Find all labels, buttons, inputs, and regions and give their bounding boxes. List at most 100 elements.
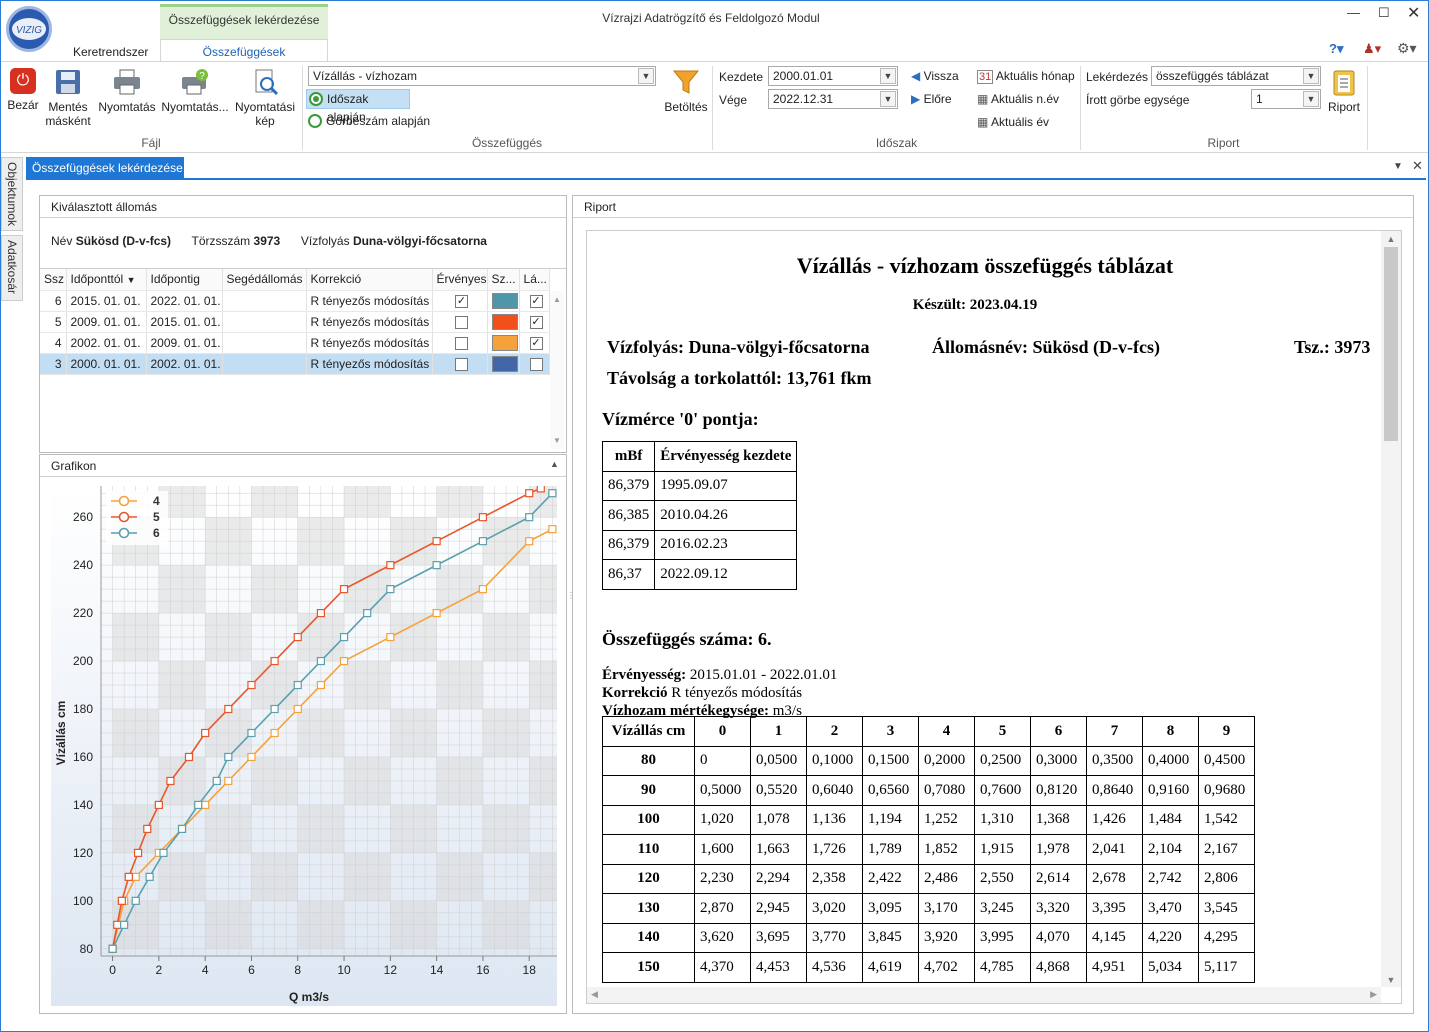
aux-cell[interactable]: [222, 290, 307, 312]
scroll-up-icon[interactable]: ▲: [1381, 234, 1401, 244]
forward-button[interactable]: ▶ Előre: [911, 92, 952, 106]
column-header[interactable]: Korrekció: [306, 269, 433, 291]
from-cell[interactable]: 2002. 01. 01.: [66, 332, 147, 354]
visible-cell[interactable]: ✓: [519, 290, 550, 312]
tab-osszefuggesek[interactable]: Összefüggések: [160, 39, 328, 62]
column-header[interactable]: Időpontig: [146, 269, 223, 291]
column-header[interactable]: Lá...: [519, 269, 550, 291]
rating-cell: 0,3500: [1086, 745, 1143, 776]
report-button[interactable]: Riport: [1325, 68, 1363, 114]
to-cell[interactable]: 2002. 01. 01.: [146, 353, 223, 375]
scroll-left-icon[interactable]: ◀: [591, 989, 598, 1000]
collapse-icon[interactable]: ▲: [550, 459, 559, 469]
column-header[interactable]: Sz...: [487, 269, 520, 291]
from-cell[interactable]: 2000. 01. 01.: [66, 353, 147, 375]
end-date-input[interactable]: 2022.12.31 ▼: [768, 89, 898, 109]
sidebar-tab-objects[interactable]: Objektumok: [1, 157, 23, 231]
tab-menu-icon[interactable]: ▼: [1393, 161, 1403, 172]
print-button[interactable]: Nyomtatás: [96, 68, 158, 114]
relation-type-select[interactable]: Vízállás - vízhozam ▼: [308, 66, 656, 86]
help-icon[interactable]: ?▾: [1329, 41, 1343, 57]
query-select[interactable]: összefüggés táblázat ▼: [1151, 66, 1321, 86]
visible-checkbox[interactable]: ✓: [529, 336, 543, 350]
current-month-button[interactable]: 31 Aktuális hónap: [977, 69, 1075, 84]
load-button[interactable]: Betöltés: [661, 68, 711, 114]
color-cell[interactable]: [487, 332, 520, 354]
ribbon: ⏻ Bezár Mentés másként Nyomtatás ? Nyomt…: [1, 61, 1428, 153]
column-header[interactable]: Ssz: [40, 269, 67, 291]
correction-cell[interactable]: R tényezős módosítás: [306, 353, 433, 375]
curve-unit-select[interactable]: 1 ▼: [1251, 89, 1321, 109]
column-header[interactable]: Érvényes: [432, 269, 488, 291]
visible-cell[interactable]: ✓: [519, 332, 550, 354]
to-cell[interactable]: 2022. 01. 01.: [146, 290, 223, 312]
correction-cell[interactable]: R tényezős módosítás: [306, 311, 433, 333]
visible-cell[interactable]: ✓: [519, 311, 550, 333]
aux-cell[interactable]: [222, 353, 307, 375]
maximize-button[interactable]: ☐: [1378, 5, 1390, 21]
scroll-down-icon[interactable]: ▼: [1381, 975, 1401, 985]
table-row[interactable]: 4 2002. 01. 01. 2009. 01. 01. R tényezős mó…: [40, 332, 550, 354]
to-cell[interactable]: 2015. 01. 01.: [146, 311, 223, 333]
valid-checkbox[interactable]: [455, 315, 469, 329]
save-as-button[interactable]: Mentés másként: [43, 68, 93, 128]
print-preview-button[interactable]: Nyomtatási kép: [233, 68, 297, 128]
table-row[interactable]: 6 2015. 01. 01. 2022. 01. 01. R tényezős mó…: [40, 290, 550, 312]
ssz-cell[interactable]: 4: [40, 332, 67, 354]
column-header[interactable]: Segédállomás: [222, 269, 307, 291]
column-header[interactable]: Időponttól ▼: [66, 269, 147, 291]
close-button[interactable]: ⏻ Bezár: [5, 68, 41, 112]
table-row[interactable]: 3 2000. 01. 01. 2002. 01. 01. R tényezős mó…: [40, 353, 550, 375]
current-quarter-button[interactable]: ▦ Aktuális n.év: [977, 92, 1059, 106]
tab-keretrendszer[interactable]: Keretrendszer: [73, 45, 148, 59]
ssz-cell[interactable]: 5: [40, 311, 67, 333]
table-row[interactable]: 5 2009. 01. 01. 2015. 01. 01. R tényezős mó…: [40, 311, 550, 333]
user-icon[interactable]: ♟▾: [1363, 41, 1381, 57]
print-dialog-button[interactable]: ? Nyomtatás...: [161, 68, 229, 114]
valid-cell[interactable]: ✓: [432, 290, 488, 312]
close-window-button[interactable]: ✕: [1407, 3, 1420, 23]
radio-curve-number[interactable]: Görbeszám alapján: [306, 112, 430, 132]
settings-icon[interactable]: ⚙▾: [1397, 40, 1417, 57]
valid-checkbox[interactable]: [455, 357, 469, 371]
from-cell[interactable]: 2015. 01. 01.: [66, 290, 147, 312]
aux-cell[interactable]: [222, 311, 307, 333]
rating-cell: 4,785: [974, 952, 1031, 983]
visible-checkbox[interactable]: ✓: [529, 315, 543, 329]
scroll-thumb[interactable]: [1384, 247, 1398, 441]
visible-cell[interactable]: [519, 353, 550, 375]
current-year-button[interactable]: ▦ Aktuális év: [977, 115, 1049, 129]
start-date-input[interactable]: 2000.01.01 ▼: [768, 66, 898, 86]
to-cell[interactable]: 2009. 01. 01.: [146, 332, 223, 354]
from-cell[interactable]: 2009. 01. 01.: [66, 311, 147, 333]
grid-scrollbar[interactable]: ▲ ▼: [550, 291, 564, 449]
color-cell[interactable]: [487, 353, 520, 375]
sidebar-tab-basket[interactable]: Adatkosár: [1, 235, 23, 301]
document-tab[interactable]: Összefüggések lekérdezése: [26, 157, 184, 179]
close-tab-icon[interactable]: ✕: [1412, 158, 1423, 174]
report-hscroll[interactable]: ◀ ▶: [587, 987, 1381, 1003]
color-cell[interactable]: [487, 311, 520, 333]
correction-cell[interactable]: R tényezős módosítás: [306, 290, 433, 312]
valid-checkbox[interactable]: [455, 336, 469, 350]
visible-checkbox[interactable]: [529, 357, 543, 371]
visible-checkbox[interactable]: ✓: [529, 294, 543, 308]
correction-cell[interactable]: R tényezős módosítás: [306, 332, 433, 354]
valid-cell[interactable]: [432, 353, 488, 375]
minimize-button[interactable]: —: [1347, 5, 1360, 20]
color-cell[interactable]: [487, 290, 520, 312]
back-button[interactable]: ◀ Vissza: [911, 69, 959, 83]
rating-cell: 1,310: [974, 804, 1031, 835]
report-vscroll[interactable]: ▲ ▼: [1381, 231, 1401, 987]
splitter-handle[interactable]: ⋮: [567, 591, 575, 621]
ssz-cell[interactable]: 3: [40, 353, 67, 375]
valid-cell[interactable]: [432, 332, 488, 354]
aux-cell[interactable]: [222, 332, 307, 354]
scroll-down-icon[interactable]: ▼: [550, 436, 564, 445]
valid-cell[interactable]: [432, 311, 488, 333]
radio-period[interactable]: Időszak alapján: [306, 89, 410, 124]
valid-checkbox[interactable]: ✓: [455, 294, 469, 308]
scroll-right-icon[interactable]: ▶: [1370, 989, 1377, 1000]
scroll-up-icon[interactable]: ▲: [550, 295, 564, 304]
ssz-cell[interactable]: 6: [40, 290, 67, 312]
